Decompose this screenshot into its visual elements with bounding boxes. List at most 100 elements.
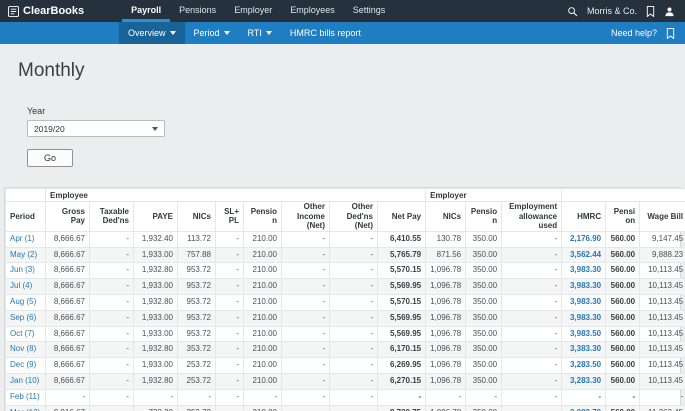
table-cell: - bbox=[502, 247, 562, 263]
table-cell: - bbox=[502, 373, 562, 389]
search-icon[interactable] bbox=[567, 6, 578, 17]
subnav-hmrc-bills-label: HMRC bills report bbox=[290, 28, 361, 38]
subnav-item-hmrc-bills-report[interactable]: HMRC bills report bbox=[281, 22, 370, 44]
table-cell: 560.00 bbox=[606, 263, 640, 279]
table-cell: 1,932.80 bbox=[134, 263, 178, 279]
need-help-link[interactable]: Need help? bbox=[611, 28, 657, 38]
period-link[interactable]: Apr (1) bbox=[10, 234, 34, 243]
table-cell: - bbox=[90, 294, 134, 310]
table-cell: 350.00 bbox=[466, 310, 502, 326]
table-cell[interactable]: Dec (9) bbox=[6, 358, 46, 374]
table-cell: 3,983.50 bbox=[562, 326, 606, 342]
table-cell[interactable]: Sep (6) bbox=[6, 310, 46, 326]
period-link[interactable]: Aug (5) bbox=[10, 297, 36, 306]
table-cell: 3,562.44 bbox=[562, 247, 606, 263]
column-header: Gross Pay bbox=[46, 202, 90, 232]
column-group-employee: Employee bbox=[46, 189, 426, 202]
table-cell: 1,932.80 bbox=[134, 342, 178, 358]
table-cell: - bbox=[282, 358, 330, 374]
subnav-item-period[interactable]: Period bbox=[185, 22, 239, 44]
table-cell: - bbox=[502, 389, 562, 405]
table-cell: 5,570.15 bbox=[378, 294, 426, 310]
table-cell: - bbox=[216, 231, 244, 247]
go-button[interactable]: Go bbox=[27, 149, 73, 167]
nav-item-pensions[interactable]: Pensions bbox=[170, 0, 225, 22]
table-cell: - bbox=[90, 247, 134, 263]
table-cell: 6,269.95 bbox=[378, 358, 426, 374]
table-cell[interactable]: Aug (5) bbox=[6, 294, 46, 310]
bookmark-icon[interactable] bbox=[646, 6, 655, 17]
table-cell: 3,983.30 bbox=[562, 294, 606, 310]
table-cell[interactable]: Jul (4) bbox=[6, 279, 46, 295]
table-cell: 1,096.78 bbox=[426, 310, 466, 326]
table-cell: - bbox=[330, 389, 378, 405]
table-cell: 3,983.30 bbox=[562, 263, 606, 279]
table-cell: - bbox=[282, 294, 330, 310]
nav-item-employees[interactable]: Employees bbox=[281, 0, 344, 22]
table-cell: - bbox=[502, 358, 562, 374]
table-cell: - bbox=[216, 358, 244, 374]
clearbooks-logo[interactable]: ClearBooks bbox=[0, 0, 92, 22]
chevron-down-icon bbox=[152, 127, 158, 131]
subnav-item-overview[interactable]: Overview bbox=[119, 22, 185, 44]
table-cell[interactable]: Nov (8) bbox=[6, 342, 46, 358]
table-cell: 6,270.15 bbox=[378, 373, 426, 389]
table-cell: 560.00 bbox=[606, 247, 640, 263]
table-cell[interactable]: Mar (12) bbox=[6, 405, 46, 411]
table-cell: - bbox=[562, 389, 606, 405]
table-cell: 210.00 bbox=[244, 358, 282, 374]
table-cell: 3,283.30 bbox=[562, 373, 606, 389]
table-cell: - bbox=[502, 231, 562, 247]
period-link[interactable]: Mar (12) bbox=[10, 408, 40, 411]
table-cell[interactable]: May (2) bbox=[6, 247, 46, 263]
period-link[interactable]: Nov (8) bbox=[10, 344, 36, 353]
column-header: Wage Bill bbox=[640, 202, 685, 232]
table-cell: 10,113.45 bbox=[640, 263, 685, 279]
table-cell: 350.00 bbox=[466, 342, 502, 358]
table-cell: 350.00 bbox=[466, 294, 502, 310]
table-cell: 1,096.78 bbox=[426, 342, 466, 358]
table-cell[interactable]: Oct (7) bbox=[6, 326, 46, 342]
table-cell: 732.20 bbox=[134, 405, 178, 411]
table-cell: 6,170.15 bbox=[378, 342, 426, 358]
table-row: Dec (9)8,666.67-1,933.00253.72-210.00--6… bbox=[6, 358, 685, 374]
subnav-item-rti[interactable]: RTI bbox=[239, 22, 281, 44]
table-row: May (2)8,666.67-1,933.00757.88-210.00--5… bbox=[6, 247, 685, 263]
table-cell: - bbox=[502, 294, 562, 310]
nav-item-employer[interactable]: Employer bbox=[225, 0, 281, 22]
table-cell: - bbox=[90, 342, 134, 358]
company-selector[interactable]: Morris & Co. bbox=[587, 6, 637, 16]
period-link[interactable]: Jul (4) bbox=[10, 281, 32, 290]
table-cell: 3,283.50 bbox=[562, 358, 606, 374]
table-cell: 953.72 bbox=[178, 326, 216, 342]
year-select[interactable]: 2019/20 bbox=[27, 120, 165, 137]
table-row: Jan (10)8,666.67-1,932.80253.72-210.00--… bbox=[6, 373, 685, 389]
table-cell: 350.00 bbox=[466, 231, 502, 247]
table-cell: 8,666.67 bbox=[46, 279, 90, 295]
table-cell[interactable]: Jan (10) bbox=[6, 373, 46, 389]
nav-item-settings[interactable]: Settings bbox=[344, 0, 395, 22]
table-cell[interactable]: Apr (1) bbox=[6, 231, 46, 247]
table-cell: - bbox=[502, 326, 562, 342]
period-link[interactable]: Jan (10) bbox=[10, 376, 39, 385]
period-link[interactable]: Dec (9) bbox=[10, 360, 36, 369]
period-link[interactable]: Oct (7) bbox=[10, 329, 34, 338]
period-link[interactable]: May (2) bbox=[10, 250, 37, 259]
table-cell: 350.00 bbox=[466, 247, 502, 263]
period-link[interactable]: Feb (11) bbox=[10, 392, 40, 401]
table-cell[interactable]: Feb (11) bbox=[6, 389, 46, 405]
bookmark-icon[interactable] bbox=[666, 28, 675, 39]
user-icon[interactable] bbox=[664, 6, 675, 17]
table-cell: 210.00 bbox=[244, 342, 282, 358]
table-cell: - bbox=[90, 263, 134, 279]
page-title: Monthly bbox=[18, 60, 685, 82]
period-link[interactable]: Jun (3) bbox=[10, 265, 35, 274]
table-cell: - bbox=[216, 279, 244, 295]
period-link[interactable]: Sep (6) bbox=[10, 313, 36, 322]
nav-item-payroll[interactable]: Payroll bbox=[122, 0, 170, 22]
table-cell: - bbox=[606, 389, 640, 405]
table-row: Jun (3)8,666.67-1,932.80953.72-210.00--5… bbox=[6, 263, 685, 279]
column-header: PAYE bbox=[134, 202, 178, 232]
table-cell[interactable]: Jun (3) bbox=[6, 263, 46, 279]
table-cell: 10,113.45 bbox=[640, 294, 685, 310]
